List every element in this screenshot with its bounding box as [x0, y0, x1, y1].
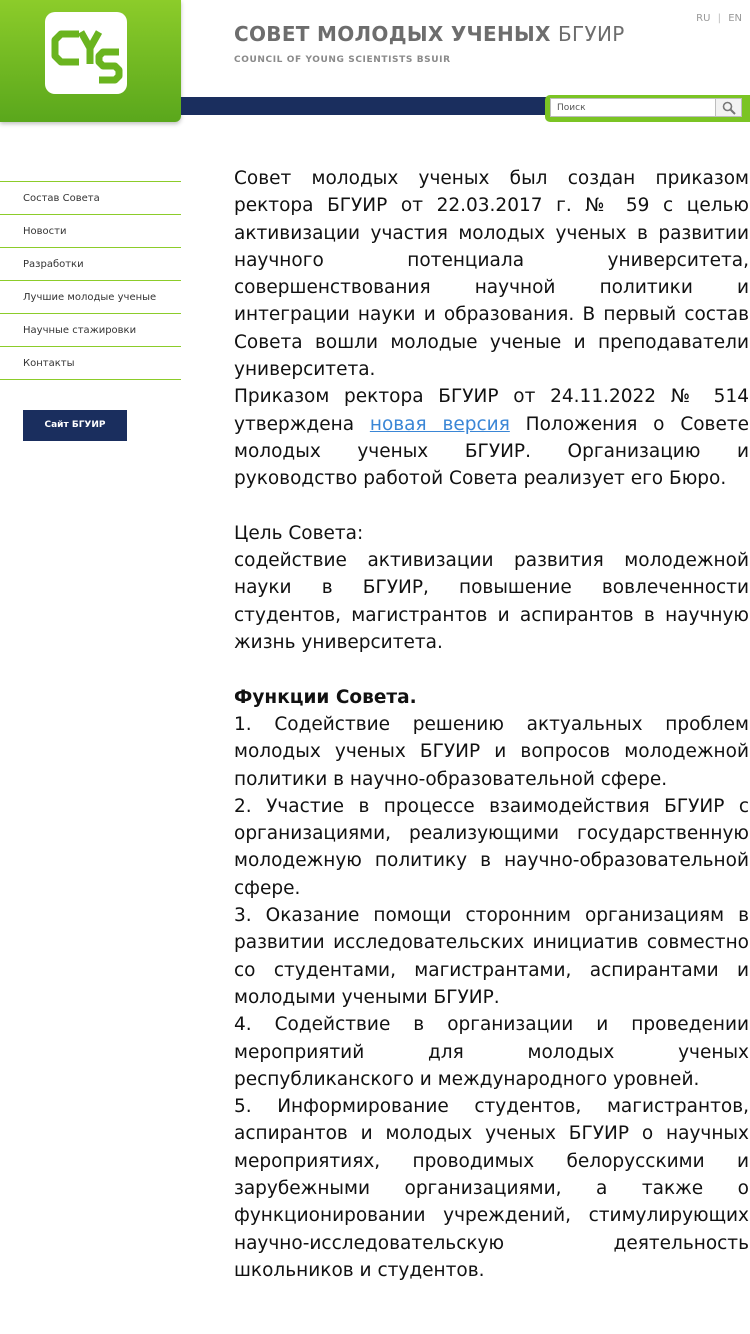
goal-text: содействие активизации развития молодежн… [234, 550, 749, 654]
regulation-paragraph: Приказом ректора БГУИР от 24.11.2022 № 5… [234, 383, 749, 492]
search-icon [722, 101, 736, 115]
sidebar-nav: Состав Совета Новости Разработки Лучшие … [0, 181, 181, 380]
cys-logo-icon [51, 30, 123, 84]
function-item: 3. Оказание помощи сторонним организация… [234, 905, 749, 1008]
function-item: 4. Содействие в организации и проведении… [234, 1014, 749, 1090]
main-content: Совет молодых ученых был создан приказом… [234, 165, 749, 1284]
site-title: СОВЕТ МОЛОДЫХ УЧЕНЫХ БГУИР [234, 22, 625, 46]
site-title-light: БГУИР [558, 22, 625, 46]
intro-paragraph: Совет молодых ученых был создан приказом… [234, 168, 749, 381]
functions-heading: Функции Совета. [234, 686, 417, 708]
function-item: 2. Участие в процессе взаимодействия БГУ… [234, 795, 749, 899]
search-input[interactable] [550, 98, 716, 117]
lang-en-link[interactable]: EN [726, 13, 744, 24]
site-title-bold: СОВЕТ МОЛОДЫХ УЧЕНЫХ [234, 22, 551, 46]
search-button[interactable] [716, 98, 742, 117]
site-subtitle: COUNCIL OF YOUNG SCIENTISTS BSUIR [234, 55, 451, 65]
sidebar-item-contacts[interactable]: Контакты [0, 347, 181, 380]
sidebar-item-internships[interactable]: Научные стажировки [0, 314, 181, 347]
goal-heading: Цель Совета: [234, 522, 364, 544]
search-box [545, 95, 750, 122]
new-version-link[interactable]: новая версия [370, 414, 510, 435]
sidebar-item-news[interactable]: Новости [0, 215, 181, 248]
language-switcher: RU | EN [694, 13, 744, 24]
sidebar-item-best-young-scientists[interactable]: Лучшие молодые ученые [0, 281, 181, 314]
lang-ru-link[interactable]: RU [694, 13, 712, 24]
sidebar-item-council[interactable]: Состав Совета [0, 181, 181, 215]
bsuir-site-button[interactable]: Сайт БГУИР [23, 410, 127, 441]
logo-block[interactable] [0, 0, 181, 122]
function-item: 5. Информирование студентов, магистранто… [234, 1096, 749, 1281]
function-item: 1. Содействие решению актуальных проблем… [234, 713, 749, 790]
sidebar-item-developments[interactable]: Разработки [0, 248, 181, 281]
lang-separator: | [717, 13, 721, 24]
logo-tile [45, 12, 127, 94]
